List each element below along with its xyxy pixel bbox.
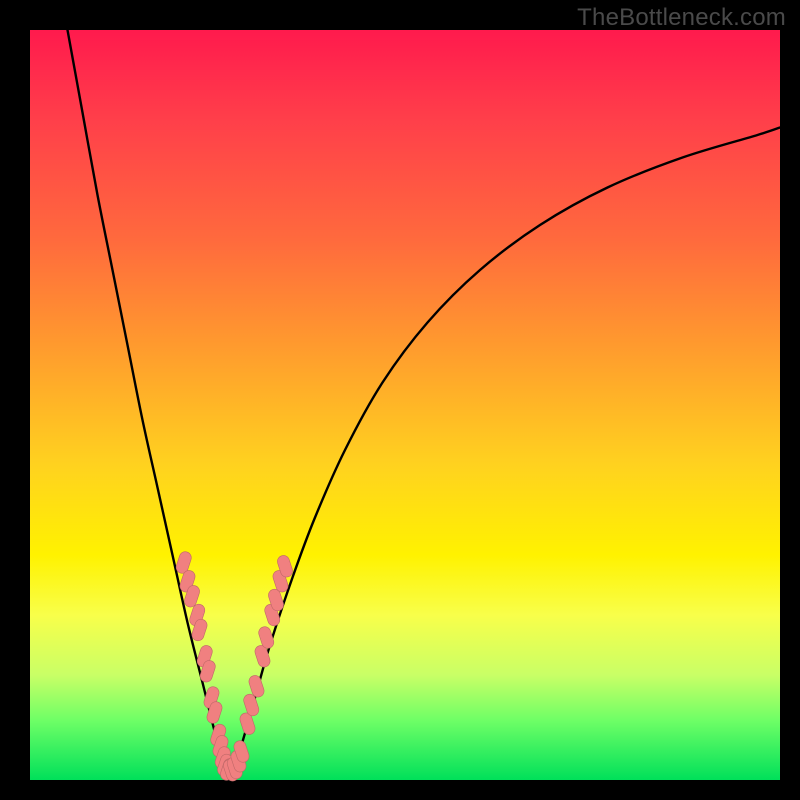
right-branch-curve [229, 128, 780, 781]
chart-frame: TheBottleneck.com [0, 0, 800, 800]
curve-svg [30, 30, 780, 780]
markers-group [175, 550, 294, 782]
plot-area [30, 30, 780, 780]
watermark-text: TheBottleneck.com [577, 4, 786, 32]
